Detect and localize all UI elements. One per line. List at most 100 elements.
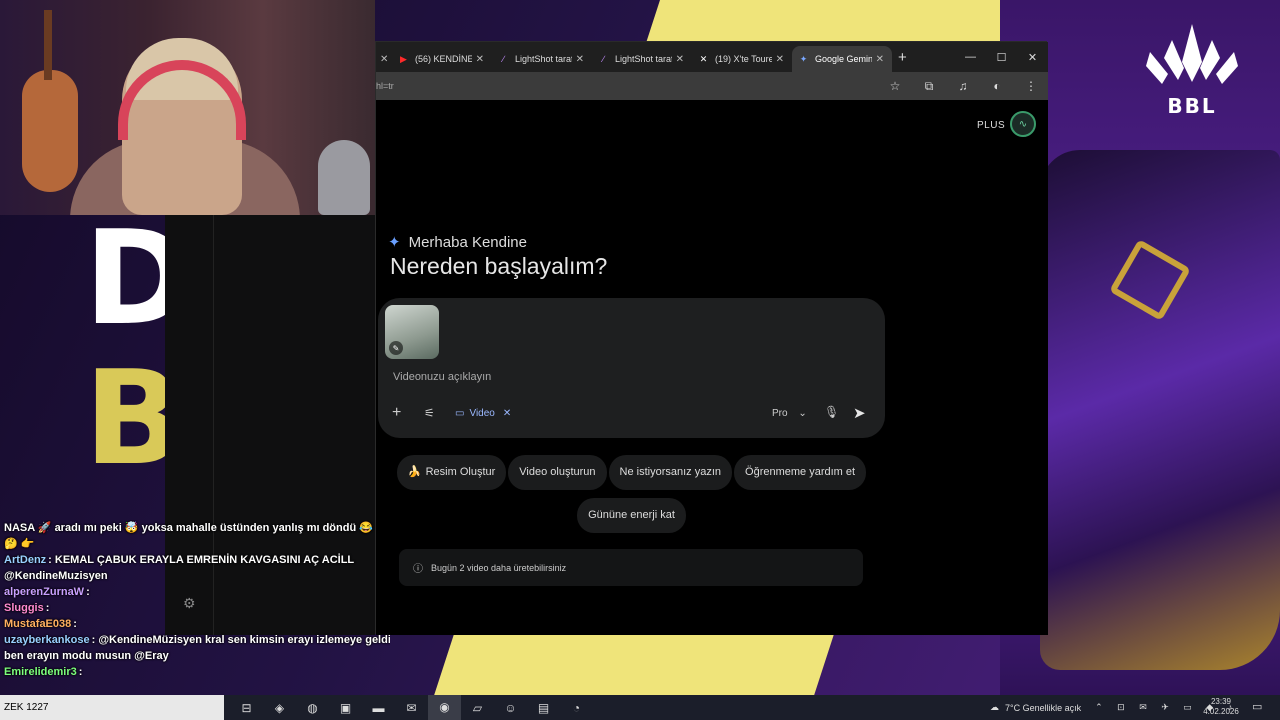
tab-close-icon[interactable]: ✕ (476, 54, 484, 65)
extensions-icon[interactable]: ⧉ (912, 79, 946, 94)
outlook-icon[interactable]: ✉ (395, 701, 428, 715)
chat-username[interactable]: ArtDenz (4, 554, 46, 566)
chat-text: ben erayın modu musun @Eray (4, 650, 169, 662)
chat-username[interactable]: Sluggis (4, 602, 44, 614)
system-tray: ☁ 7°C Genellikle açık ⌃ ⊡ ✉ ✈ ▭ ◆ ♪ (990, 695, 1238, 720)
chat-text: : (78, 666, 83, 678)
tab-close-icon[interactable]: ✕ (576, 54, 584, 65)
address-bar-row: hl=tr ☆ ⧉ ♫ ◐ ⋮ (376, 72, 1048, 100)
suggestion-chip[interactable]: Öğrenmeme yardım et (734, 455, 867, 490)
youtube-icon: ▶ (400, 53, 407, 64)
bookmark-star-icon[interactable]: ☆ (878, 79, 912, 93)
tab-5[interactable]: ✦ Google Gemini ✕ (792, 46, 892, 72)
chat-text: NASA 🚀 aradı mı peki 🤯 yoksa mahalle üst… (4, 522, 373, 534)
chat-message: ArtDenz: KEMAL ÇABUK ERAYLA EMRENİN KAVG… (0, 552, 390, 568)
chat-text: 🤔 👉 (4, 538, 35, 550)
copilot-icon[interactable]: ◈ (263, 701, 296, 715)
weather-text[interactable]: 7°C Genellikle açık (1005, 703, 1081, 713)
chat-text: @KendineMuzisyen (4, 570, 108, 582)
suggestion-chip[interactable]: 🍌 Resim Oluştur (396, 455, 507, 490)
bbl-logo: BBL (1138, 22, 1246, 132)
tab-2[interactable]: ∕ LightShot taraf ✕ (492, 46, 592, 72)
clock-date: 4.02.2026 (1203, 707, 1239, 716)
suggestion-label: Resim Oluştur (425, 466, 496, 478)
chat-message: Sluggis: (0, 600, 390, 616)
media-controls-icon[interactable]: ♫ (946, 79, 980, 93)
suggestion-chip[interactable]: Ne istiyorsanız yazın (608, 455, 733, 490)
chrome-icon[interactable]: ◉ (428, 695, 461, 720)
gemini-icon: ✦ (799, 53, 808, 64)
stream-chat: NASA 🚀 aradı mı peki 🤯 yoksa mahalle üst… (0, 520, 390, 695)
tab-title: (19) X'te Toure (715, 54, 772, 64)
feather-icon: ∕ (502, 54, 505, 64)
clock[interactable]: 23:39 4.02.2026 (1203, 697, 1239, 717)
microphone-icon[interactable]: 🎙 (824, 405, 839, 419)
edge-icon[interactable]: ◍ (296, 701, 329, 715)
window-controls: — ☐ ✕ (955, 42, 1048, 72)
discord-icon[interactable]: ☺ (494, 701, 527, 715)
chat-text: : (86, 586, 90, 598)
tab-close-icon[interactable]: ✕ (776, 54, 784, 65)
guitar-image (22, 70, 78, 192)
add-attachment-button[interactable]: + (392, 404, 401, 422)
send-button[interactable]: ➤ (853, 404, 866, 422)
chat-username[interactable]: uzayberkankose (4, 634, 90, 646)
chat-username[interactable]: MustafaE038 (4, 618, 71, 630)
weapon-artwork (1040, 150, 1280, 670)
chat-username[interactable]: Emirelidemir3 (4, 666, 77, 678)
quota-notice-text: Bugün 2 video daha üretebilirsiniz (431, 562, 567, 573)
chat-username[interactable]: alperenZurnaW (4, 586, 84, 598)
suggestion-chip[interactable]: Video oluşturun (508, 455, 607, 490)
tab-title: Google Gemini (815, 54, 872, 64)
store-icon[interactable]: ▣ (329, 701, 362, 715)
chat-message: ben erayın modu musun @Eray (0, 648, 390, 664)
edit-pencil-icon[interactable]: ✎ (389, 341, 403, 355)
prompt-composer: ✎ Videonuzu açıklayın + ⚟ ▭ Video ✕ Pro (378, 298, 885, 438)
prompt-input[interactable]: Videonuzu açıklayın (393, 371, 491, 383)
tab-title: LightShot taraf (615, 54, 672, 64)
suggestion-chip[interactable]: Gününe enerji kat (577, 498, 686, 533)
streaming-app-icon[interactable]: ▤ (527, 701, 560, 715)
logo-text: BBL (1167, 94, 1217, 118)
new-tab-button[interactable]: + (898, 49, 907, 66)
tools-sliders-icon[interactable]: ⚟ (424, 406, 435, 420)
close-window-button[interactable]: ✕ (1017, 42, 1048, 72)
profile-icon[interactable]: ◐ (980, 79, 1014, 93)
browser-window: ✕ ▶ (56) KENDİNE M ✕ ∕ LightShot taraf ✕ ∕ Ligh… (375, 41, 1048, 635)
chat-text: : (73, 618, 77, 630)
file-explorer-icon[interactable]: ▬ (362, 701, 395, 715)
remove-video-mode-icon[interactable]: ✕ (503, 408, 511, 419)
tab-1[interactable]: ▶ (56) KENDİNE M ✕ (392, 46, 492, 72)
tab-close-icon[interactable]: ✕ (876, 54, 884, 65)
tab-3[interactable]: ∕ LightShot taraf ✕ (592, 46, 692, 72)
windows-taskbar: ZEK 1227 ⊟ ◈ ◍ ▣ ▬ ✉ ◉ ▱ ☺ ▤ ◔ ☁ 7°C Gen… (0, 695, 1280, 720)
model-selector[interactable]: Pro ⌄ (772, 408, 807, 419)
task-view-icon[interactable]: ⊟ (230, 701, 263, 715)
tab-close-icon[interactable]: ✕ (676, 54, 684, 65)
tab-close-partial[interactable]: ✕ (376, 46, 392, 72)
maximize-button[interactable]: ☐ (986, 42, 1017, 72)
chat-message: MustafaE038: (0, 616, 390, 632)
video-mode-chip[interactable]: ▭ Video ✕ (455, 408, 511, 419)
quota-notice: ⓘ Bugün 2 video daha üretebilirsiniz (399, 549, 863, 586)
notification-icon[interactable]: ▭ (1252, 700, 1262, 713)
x-logo-icon: ✕ (699, 53, 708, 64)
address-bar[interactable]: hl=tr (376, 75, 878, 97)
attached-image-thumbnail[interactable]: ✎ (385, 305, 439, 359)
minimize-button[interactable]: — (955, 42, 986, 72)
taskbar-apps: ⊟ ◈ ◍ ▣ ▬ ✉ ◉ ▱ ☺ ▤ ◔ (230, 695, 593, 720)
stream-screen: BBL DU BI ⚙ NASA 🚀 aradı mı peki 🤯 yoksa… (0, 0, 1280, 720)
weather-icon[interactable]: ☁ (990, 702, 999, 713)
obs-icon[interactable]: ◔ (560, 701, 593, 715)
toolbar-icons: ☆ ⧉ ♫ ◐ ⋮ (878, 79, 1048, 94)
tab-title: LightShot taraf (515, 54, 572, 64)
more-menu-icon[interactable]: ⋮ (1014, 79, 1048, 93)
suggestion-label: Ne istiyorsanız yazın (619, 466, 722, 478)
notepad-icon[interactable]: ▱ (461, 701, 494, 715)
tab-strip: ✕ ▶ (56) KENDİNE M ✕ ∕ LightShot taraf ✕ ∕ Ligh… (376, 42, 1048, 72)
tab-4[interactable]: ✕ (19) X'te Toure ✕ (692, 46, 792, 72)
gemini-page: PLUS ∿ ✦ Merhaba Kendine Nereden başlaya… (376, 100, 1048, 635)
chat-message: NASA 🚀 aradı mı peki 🤯 yoksa mahalle üst… (0, 520, 390, 536)
guitar-neck-image (44, 10, 52, 80)
chat-message: @KendineMuzisyen (0, 568, 390, 584)
